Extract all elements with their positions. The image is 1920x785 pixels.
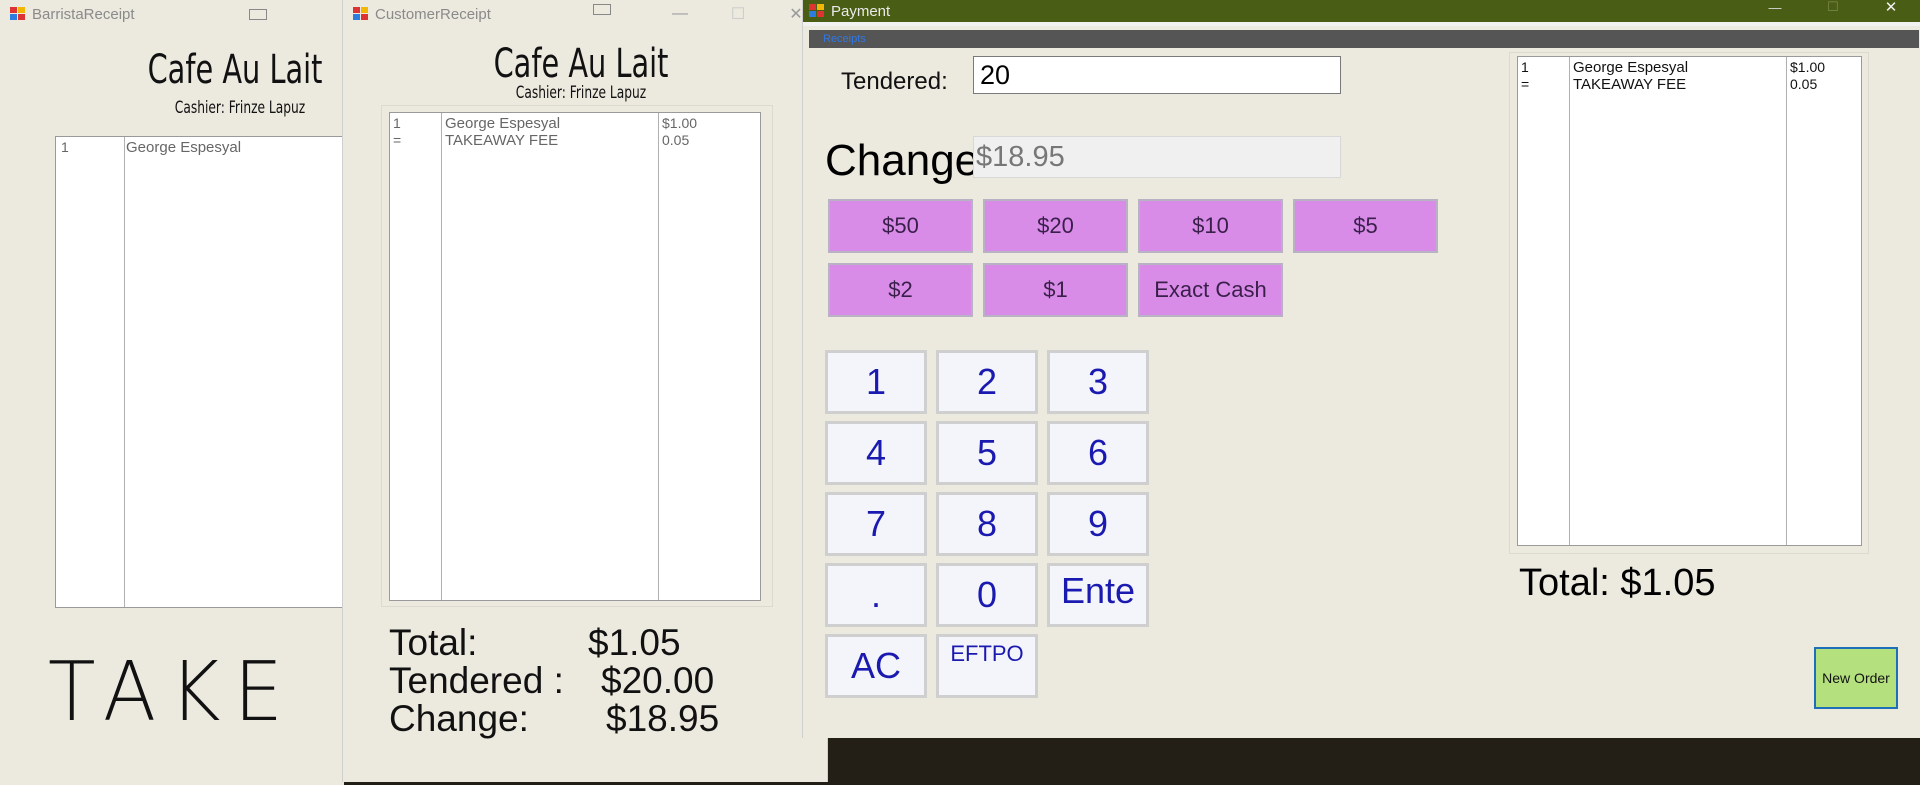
list-item-qty: 1 [1521, 59, 1529, 75]
keypad-clear[interactable]: AC [825, 634, 927, 698]
list-item-name: TAKEAWAY FEE [445, 132, 559, 149]
cash-2-button[interactable]: $2 [828, 263, 973, 317]
list-item-qty: = [1521, 76, 1530, 92]
cash-10-button[interactable]: $10 [1138, 199, 1283, 253]
cashier-name: Cashier: Frinze Lapuz [515, 83, 647, 103]
app-icon [10, 7, 26, 21]
barista-order-list[interactable]: 1 George Espesyal [55, 136, 344, 608]
list-item-name: George Espesyal [445, 115, 561, 132]
list-item-price: 0.05 [1790, 76, 1818, 92]
app-icon [353, 7, 369, 21]
customer-order-list[interactable]: 1 George Espesyal $1.00 = TAKEAWAY FEE 0… [389, 112, 761, 601]
barista-titlebar[interactable]: BarristaReceipt [0, 0, 344, 28]
change-value: $18.95 [606, 698, 720, 739]
window-title: CustomerReceipt [375, 5, 491, 23]
list-item-price: $1.00 [662, 115, 698, 131]
keypad-3[interactable]: 3 [1047, 350, 1149, 414]
store-name: Cafe Au Lait [147, 47, 323, 93]
print-icon[interactable] [593, 4, 611, 15]
payment-order-list[interactable]: 1 George Espesyal $1.00 = TAKEAWAY FEE 0… [1517, 56, 1862, 546]
list-item-name: TAKEAWAY FEE [1573, 76, 1687, 93]
keypad-9[interactable]: 9 [1047, 492, 1149, 556]
list-item-price: $1.00 [1790, 59, 1826, 75]
cash-20-button[interactable]: $20 [983, 199, 1128, 253]
print-icon[interactable] [249, 9, 267, 20]
list-item-name: George Espesyal [126, 139, 242, 156]
keypad-0[interactable]: 0 [936, 563, 1038, 627]
customer-receipt-window: CustomerReceipt — ☐ ✕ Cafe Au Lait Cashi… [342, 0, 828, 782]
keypad-decimal[interactable]: . [825, 563, 927, 627]
tendered-label: Tendered: [841, 68, 948, 95]
keypad-1[interactable]: 1 [825, 350, 927, 414]
minimize-button[interactable]: — [651, 0, 709, 28]
takeaway-banner: TAKE [48, 645, 297, 740]
barista-receipt-window: BarristaReceipt Cafe Au Lait Cashier: Fr… [0, 0, 344, 785]
cash-50-button[interactable]: $50 [828, 199, 973, 253]
keypad-enter[interactable]: Ente [1047, 563, 1149, 627]
tendered-value: $20.00 [601, 660, 715, 701]
change-field [973, 136, 1341, 178]
tendered-label: Tendered : [389, 660, 564, 701]
total-label: Total: [389, 622, 478, 663]
keypad-6[interactable]: 6 [1047, 421, 1149, 485]
keypad-5[interactable]: 5 [936, 421, 1038, 485]
change-label: Change: [389, 698, 529, 739]
list-item-qty: 1 [61, 139, 69, 155]
tendered-input[interactable] [973, 56, 1341, 94]
change-label: Change [825, 136, 980, 185]
keypad-2[interactable]: 2 [936, 350, 1038, 414]
menu-item-receipts[interactable]: Receipts [823, 33, 866, 45]
list-item-qty: 1 [393, 115, 401, 131]
list-item-name: George Espesyal [1573, 59, 1689, 76]
payment-window: Payment — ☐ ✕ Receipts Tendered: Change … [802, 0, 1920, 738]
eftpos-button[interactable]: EFTPO [936, 634, 1038, 698]
store-name: Cafe Au Lait [493, 41, 669, 87]
keypad-7[interactable]: 7 [825, 492, 927, 556]
keypad-4[interactable]: 4 [825, 421, 927, 485]
cash-5-button[interactable]: $5 [1293, 199, 1438, 253]
minimize-button[interactable]: — [1746, 0, 1804, 15]
cashier-name: Cashier: Frinze Lapuz [174, 98, 306, 118]
cash-1-button[interactable]: $1 [983, 263, 1128, 317]
total-value: $1.05 [588, 622, 681, 663]
window-title: Payment [831, 2, 891, 20]
keypad-8[interactable]: 8 [936, 492, 1038, 556]
maximize-button[interactable]: ☐ [1804, 0, 1862, 14]
new-order-button[interactable]: New Order [1814, 647, 1898, 709]
order-total: Total: $1.05 [1519, 562, 1716, 604]
app-icon [809, 4, 825, 18]
list-item-price: 0.05 [662, 132, 690, 148]
exact-cash-button[interactable]: Exact Cash [1138, 263, 1283, 317]
close-button[interactable]: ✕ [1862, 0, 1920, 16]
window-title: BarristaReceipt [32, 5, 135, 23]
maximize-button[interactable]: ☐ [709, 0, 767, 28]
menu-bar: Receipts [809, 30, 1919, 48]
list-item-qty: = [393, 132, 402, 148]
